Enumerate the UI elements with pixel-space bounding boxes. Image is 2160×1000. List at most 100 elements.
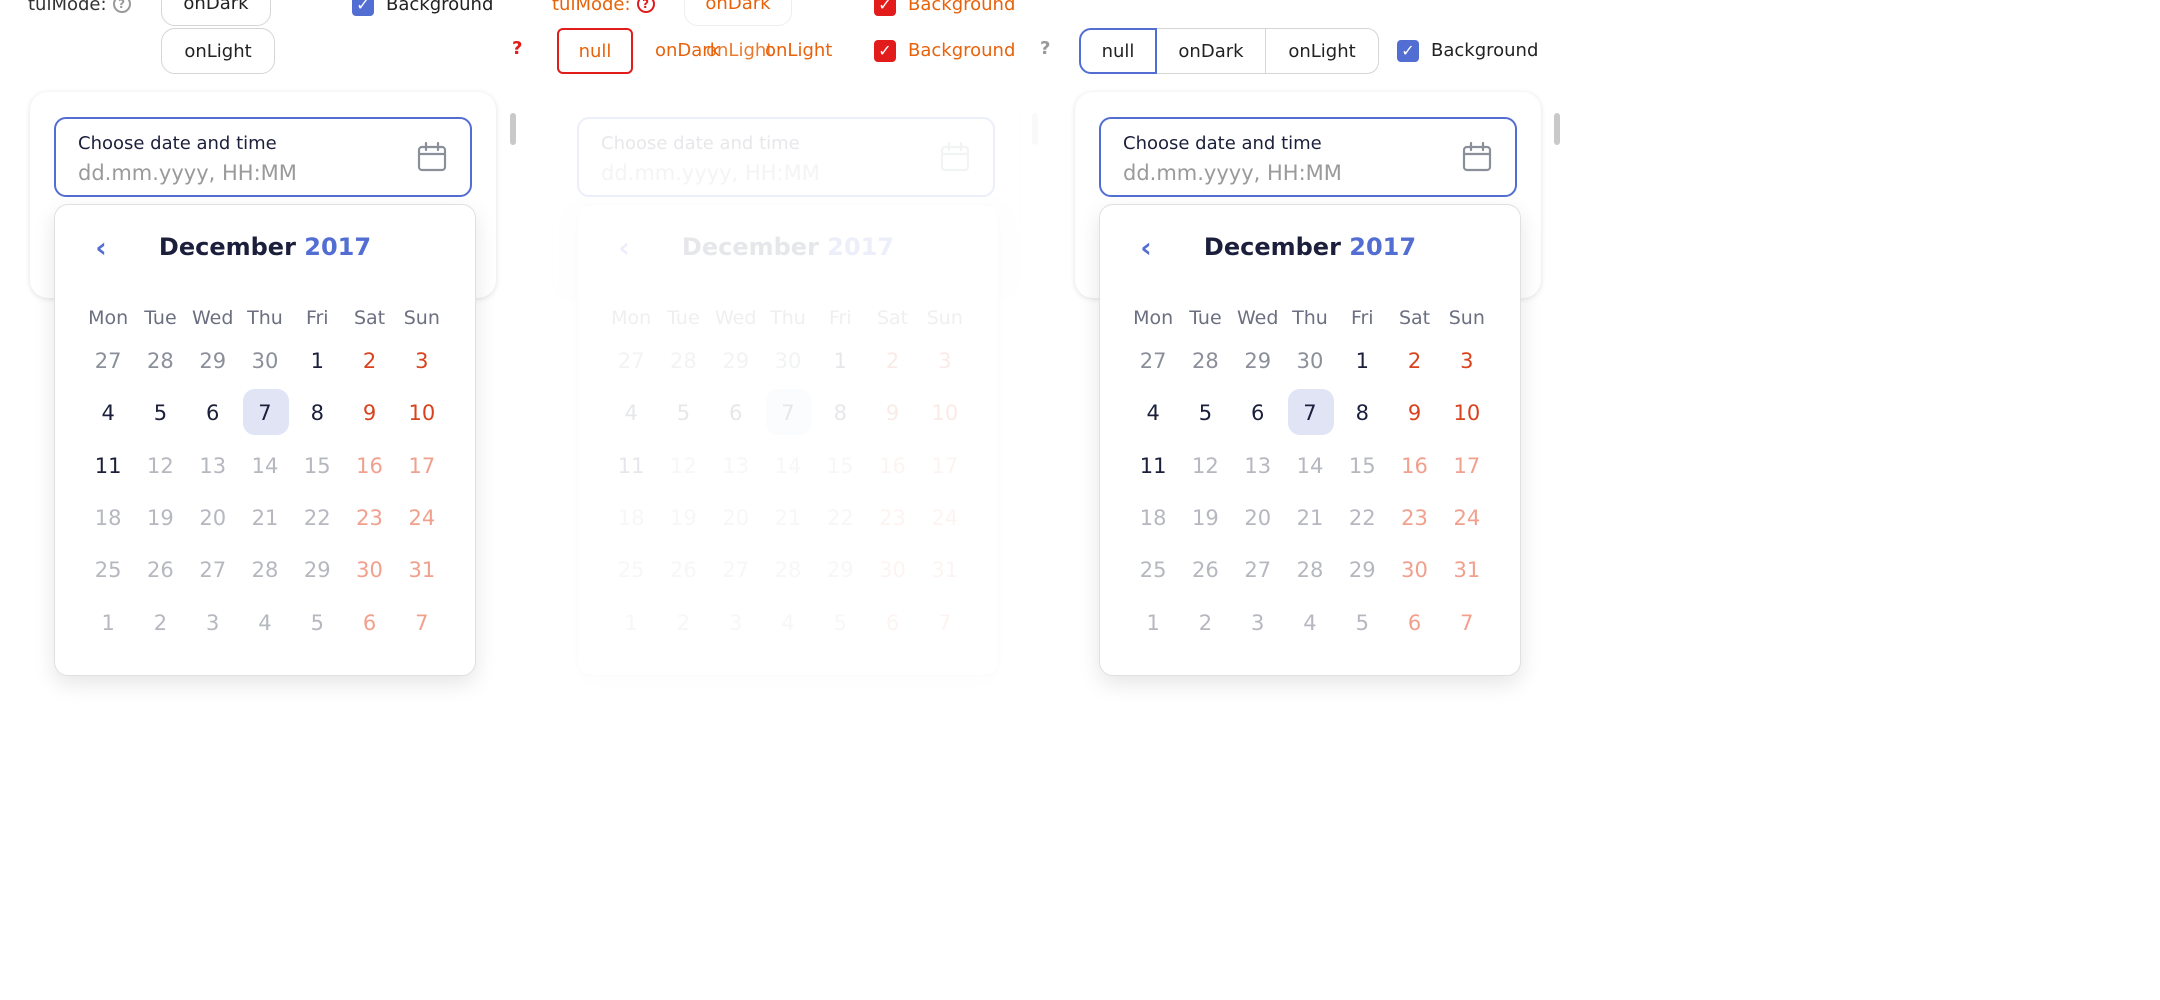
day-cell[interactable]: 25 bbox=[1127, 544, 1179, 596]
day-cell[interactable]: 5 bbox=[657, 387, 709, 439]
day-cell[interactable]: 29 bbox=[291, 544, 343, 596]
day-cell[interactable]: 2 bbox=[866, 335, 918, 387]
day-cell[interactable]: 1 bbox=[814, 335, 866, 387]
day-cell[interactable]: 8 bbox=[814, 387, 866, 439]
day-cell[interactable]: 4 bbox=[82, 387, 134, 439]
day-cell[interactable]: 2 bbox=[1179, 596, 1231, 648]
option-null-right[interactable]: null bbox=[1079, 28, 1157, 74]
day-cell[interactable]: 3 bbox=[396, 335, 448, 387]
day-cell[interactable]: 3 bbox=[710, 596, 762, 648]
day-cell[interactable]: 9 bbox=[343, 387, 395, 439]
background-checkbox-middle-top[interactable]: ✓ bbox=[874, 0, 896, 16]
day-cell[interactable]: 5 bbox=[1336, 596, 1388, 648]
background-checkbox-right[interactable]: ✓ bbox=[1397, 40, 1419, 62]
option-onlight-middle[interactable]: onLight bbox=[765, 40, 832, 61]
day-cell-selected[interactable]: 7 bbox=[1284, 387, 1336, 439]
day-cell[interactable]: 20 bbox=[710, 492, 762, 544]
day-cell[interactable]: 4 bbox=[1284, 596, 1336, 648]
day-cell[interactable]: 9 bbox=[866, 387, 918, 439]
day-cell[interactable]: 30 bbox=[1388, 544, 1440, 596]
scrollbar-thumb-right[interactable] bbox=[1554, 113, 1560, 145]
day-cell[interactable]: 14 bbox=[1284, 440, 1336, 492]
day-cell[interactable]: 11 bbox=[82, 440, 134, 492]
day-cell[interactable]: 13 bbox=[710, 440, 762, 492]
day-cell[interactable]: 17 bbox=[1441, 440, 1493, 492]
day-cell[interactable]: 6 bbox=[343, 596, 395, 648]
month-name[interactable]: December bbox=[159, 233, 296, 261]
day-cell[interactable]: 21 bbox=[762, 492, 814, 544]
day-cell[interactable]: 28 bbox=[134, 335, 186, 387]
day-cell[interactable]: 27 bbox=[1127, 335, 1179, 387]
day-cell[interactable]: 1 bbox=[1336, 335, 1388, 387]
day-cell[interactable]: 18 bbox=[605, 492, 657, 544]
day-cell[interactable]: 17 bbox=[396, 440, 448, 492]
day-cell[interactable]: 25 bbox=[605, 544, 657, 596]
day-cell[interactable]: 5 bbox=[134, 387, 186, 439]
datetime-input[interactable]: Choose date and time dd.mm.yyyy, HH:MM bbox=[54, 117, 472, 197]
day-cell[interactable]: 29 bbox=[814, 544, 866, 596]
day-cell[interactable]: 19 bbox=[1179, 492, 1231, 544]
day-cell[interactable]: 12 bbox=[134, 440, 186, 492]
day-cell[interactable]: 1 bbox=[1127, 596, 1179, 648]
day-cell[interactable]: 27 bbox=[82, 335, 134, 387]
day-cell[interactable]: 28 bbox=[657, 335, 709, 387]
day-cell[interactable]: 7 bbox=[1441, 596, 1493, 648]
day-cell[interactable]: 30 bbox=[239, 335, 291, 387]
day-cell[interactable]: 14 bbox=[239, 440, 291, 492]
day-cell[interactable]: 5 bbox=[814, 596, 866, 648]
day-cell[interactable]: 27 bbox=[605, 335, 657, 387]
day-cell[interactable]: 2 bbox=[657, 596, 709, 648]
month-name[interactable]: December bbox=[1204, 233, 1341, 261]
day-cell[interactable]: 10 bbox=[1441, 387, 1493, 439]
day-cell[interactable]: 3 bbox=[919, 335, 971, 387]
day-cell[interactable]: 24 bbox=[1441, 492, 1493, 544]
option-null-middle[interactable]: null bbox=[557, 28, 633, 74]
year-value[interactable]: 2017 bbox=[827, 233, 894, 261]
day-cell[interactable]: 13 bbox=[1232, 440, 1284, 492]
day-cell[interactable]: 3 bbox=[1232, 596, 1284, 648]
day-cell[interactable]: 27 bbox=[187, 544, 239, 596]
day-cell[interactable]: 4 bbox=[605, 387, 657, 439]
day-cell[interactable]: 24 bbox=[396, 492, 448, 544]
day-cell[interactable]: 21 bbox=[1284, 492, 1336, 544]
help-icon[interactable]: ? bbox=[112, 0, 131, 13]
day-cell[interactable]: 22 bbox=[1336, 492, 1388, 544]
calendar-icon[interactable] bbox=[939, 141, 971, 173]
day-cell[interactable]: 24 bbox=[919, 492, 971, 544]
option-onlight-left[interactable]: onLight bbox=[161, 28, 275, 74]
day-cell[interactable]: 25 bbox=[82, 544, 134, 596]
day-cell[interactable]: 29 bbox=[1232, 335, 1284, 387]
day-cell[interactable]: 31 bbox=[396, 544, 448, 596]
day-cell[interactable]: 31 bbox=[1441, 544, 1493, 596]
day-cell[interactable]: 18 bbox=[82, 492, 134, 544]
day-cell[interactable]: 7 bbox=[396, 596, 448, 648]
day-cell[interactable]: 3 bbox=[187, 596, 239, 648]
scrollbar-thumb-middle[interactable] bbox=[1032, 113, 1038, 145]
day-cell[interactable]: 10 bbox=[919, 387, 971, 439]
day-cell[interactable]: 26 bbox=[134, 544, 186, 596]
datetime-input[interactable]: Choose date and time dd.mm.yyyy, HH:MM bbox=[577, 117, 995, 197]
scrollbar-thumb-left[interactable] bbox=[510, 113, 516, 145]
option-ondark-middle[interactable]: onDark bbox=[684, 0, 792, 26]
day-cell[interactable]: 3 bbox=[1441, 335, 1493, 387]
day-cell[interactable]: 30 bbox=[1284, 335, 1336, 387]
day-cell[interactable]: 28 bbox=[762, 544, 814, 596]
help-icon[interactable]: ? bbox=[636, 0, 655, 13]
day-cell[interactable]: 15 bbox=[814, 440, 866, 492]
day-cell[interactable]: 23 bbox=[343, 492, 395, 544]
day-cell[interactable]: 7 bbox=[919, 596, 971, 648]
day-cell[interactable]: 15 bbox=[291, 440, 343, 492]
day-cell[interactable]: 8 bbox=[1336, 387, 1388, 439]
day-cell[interactable]: 6 bbox=[1388, 596, 1440, 648]
day-cell[interactable]: 11 bbox=[1127, 440, 1179, 492]
day-cell[interactable]: 1 bbox=[291, 335, 343, 387]
day-cell[interactable]: 16 bbox=[866, 440, 918, 492]
day-cell-selected[interactable]: 7 bbox=[762, 387, 814, 439]
day-cell[interactable]: 22 bbox=[814, 492, 866, 544]
calendar-icon[interactable] bbox=[1461, 141, 1493, 173]
day-cell[interactable]: 30 bbox=[343, 544, 395, 596]
day-cell[interactable]: 2 bbox=[343, 335, 395, 387]
day-cell[interactable]: 4 bbox=[762, 596, 814, 648]
day-cell[interactable]: 26 bbox=[1179, 544, 1231, 596]
day-cell[interactable]: 17 bbox=[919, 440, 971, 492]
